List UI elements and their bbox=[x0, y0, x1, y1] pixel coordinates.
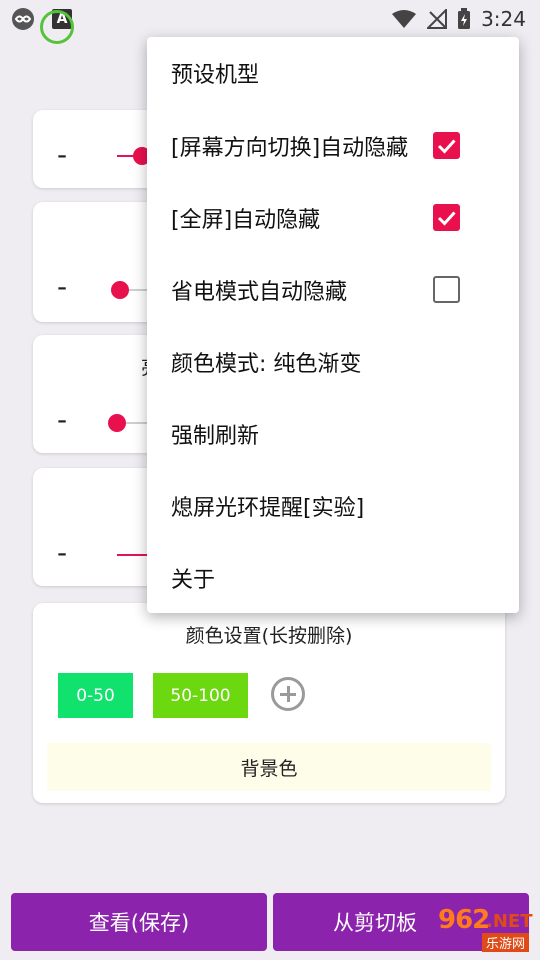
menu-item-label: 预设机型 bbox=[171, 63, 260, 88]
checkbox-orientation-autohide[interactable] bbox=[433, 132, 460, 159]
menu-item-orientation-autohide[interactable]: [屏幕方向切换]自动隐藏 bbox=[171, 126, 511, 166]
color-chip-50-100[interactable]: 50-100 bbox=[153, 673, 248, 718]
overflow-menu: 预设机型 [屏幕方向切换]自动隐藏 [全屏]自动隐藏 省电模式自动隐藏 颜色模式… bbox=[147, 37, 519, 613]
battery-charging-icon bbox=[458, 8, 471, 29]
watermark-net: .NET bbox=[486, 911, 533, 932]
slider-track bbox=[125, 422, 147, 424]
status-bar: A 3:24 bbox=[0, 0, 540, 44]
clock: 3:24 bbox=[481, 7, 526, 31]
checkbox-powersave-autohide[interactable] bbox=[433, 276, 460, 303]
menu-item-color-mode[interactable]: 颜色模式: 纯色渐变 bbox=[171, 342, 361, 382]
wifi-icon bbox=[392, 10, 417, 28]
color-chip-0-50[interactable]: 0-50 bbox=[58, 673, 133, 718]
background-color-row[interactable]: 背景色 bbox=[47, 743, 491, 791]
menu-item-powersave-autohide[interactable]: 省电模式自动隐藏 bbox=[171, 270, 347, 310]
menu-item-about[interactable]: 关于 bbox=[171, 558, 215, 598]
slider-thumb[interactable] bbox=[108, 414, 126, 432]
menu-item-preset-model[interactable]: 预设机型 bbox=[171, 53, 259, 93]
add-color-icon[interactable] bbox=[271, 677, 305, 711]
menu-item-label: 强制刷新 bbox=[171, 424, 260, 449]
watermark-logo: 962 .NET 乐游网 bbox=[438, 905, 534, 955]
menu-item-label: 省电模式自动隐藏 bbox=[171, 280, 348, 305]
from-clipboard-label: 从剪切板 bbox=[333, 911, 417, 935]
menu-item-label: [屏幕方向切换]自动隐藏 bbox=[171, 136, 409, 161]
menu-item-fullscreen-autohide[interactable]: [全屏]自动隐藏 bbox=[171, 198, 320, 238]
no-signal-icon bbox=[427, 9, 448, 29]
color-settings-title: 颜色设置(长按删除) bbox=[185, 625, 353, 647]
decrease-button[interactable]: - bbox=[57, 403, 67, 436]
slider-thumb[interactable] bbox=[111, 281, 129, 299]
slider-track bbox=[117, 554, 147, 556]
menu-item-force-refresh[interactable]: 强制刷新 bbox=[171, 414, 259, 454]
watermark-site: 乐游网 bbox=[482, 933, 530, 952]
color-settings-card: 颜色设置(长按删除) 0-50 50-100 背景色 bbox=[33, 603, 505, 803]
touch-indicator-ring bbox=[40, 10, 74, 44]
checkbox-fullscreen-autohide[interactable] bbox=[433, 204, 460, 231]
menu-item-label: 颜色模式: 纯色渐变 bbox=[171, 352, 362, 377]
menu-item-label: 关于 bbox=[171, 568, 216, 593]
menu-item-label: 熄屏光环提醒[实验] bbox=[171, 496, 365, 521]
decrease-button[interactable]: - bbox=[57, 536, 67, 569]
view-save-button[interactable]: 查看(保存) bbox=[11, 893, 267, 951]
infinity-icon bbox=[12, 8, 34, 30]
decrease-button[interactable]: - bbox=[57, 138, 67, 171]
decrease-button[interactable]: - bbox=[57, 270, 67, 303]
watermark-number: 962 bbox=[438, 905, 490, 935]
menu-item-label: [全屏]自动隐藏 bbox=[171, 208, 321, 233]
menu-item-screen-off-halo[interactable]: 熄屏光环提醒[实验] bbox=[171, 486, 364, 526]
